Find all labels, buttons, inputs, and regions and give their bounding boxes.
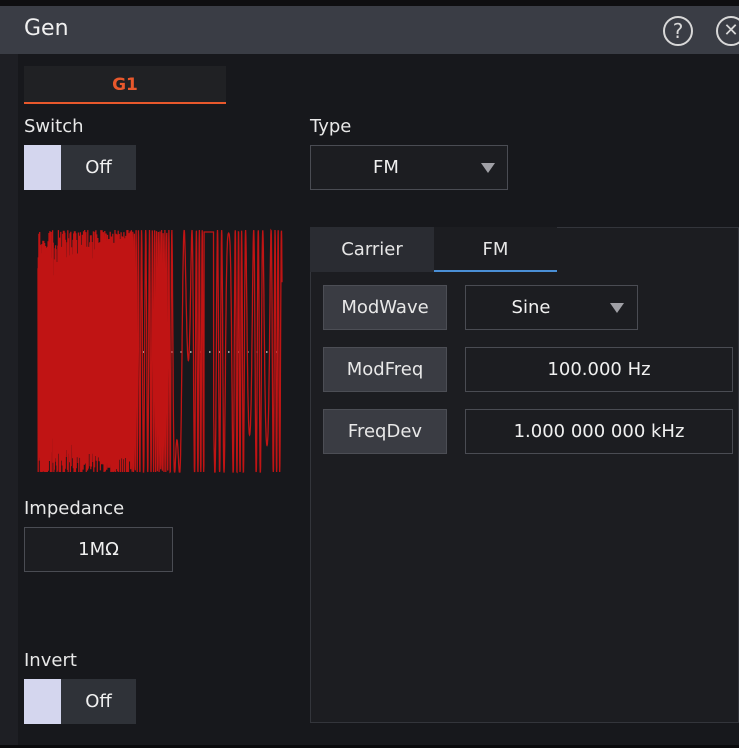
toggle-knob	[24, 679, 61, 724]
freqdev-field[interactable]: 1.000 000 000 kHz	[465, 409, 733, 454]
tab-carrier[interactable]: Carrier	[310, 227, 434, 272]
switch-label: Switch	[24, 116, 84, 137]
window-title: Gen	[24, 16, 69, 41]
invert-label: Invert	[24, 650, 77, 671]
impedance-field[interactable]: 1MΩ	[24, 527, 173, 572]
close-icon[interactable]: ✕	[716, 16, 739, 46]
impedance-label: Impedance	[24, 498, 125, 519]
chevron-down-icon	[481, 163, 495, 173]
help-icon[interactable]: ?	[663, 16, 693, 46]
modwave-value: Sine	[511, 297, 551, 318]
invert-state: Off	[85, 691, 112, 712]
toggle-knob	[24, 145, 61, 190]
switch-toggle[interactable]: Off	[24, 145, 136, 190]
type-value: FM	[373, 157, 399, 178]
invert-toggle[interactable]: Off	[24, 679, 136, 724]
tab-g1[interactable]: G1	[24, 66, 226, 104]
fm-waveform	[37, 228, 283, 474]
title-bar: Gen ? ✕	[0, 0, 739, 54]
switch-state: Off	[85, 157, 112, 178]
modwave-dropdown[interactable]: Sine	[465, 285, 638, 330]
chevron-down-icon	[610, 303, 624, 313]
freqdev-button[interactable]: FreqDev	[323, 409, 447, 454]
modfreq-field[interactable]: 100.000 Hz	[465, 347, 733, 392]
modwave-button[interactable]: ModWave	[323, 285, 447, 330]
type-dropdown[interactable]: FM	[310, 145, 508, 190]
type-label: Type	[310, 116, 352, 137]
modfreq-button[interactable]: ModFreq	[323, 347, 447, 392]
tab-fm[interactable]: FM	[434, 227, 557, 272]
waveform-preview	[37, 228, 283, 474]
